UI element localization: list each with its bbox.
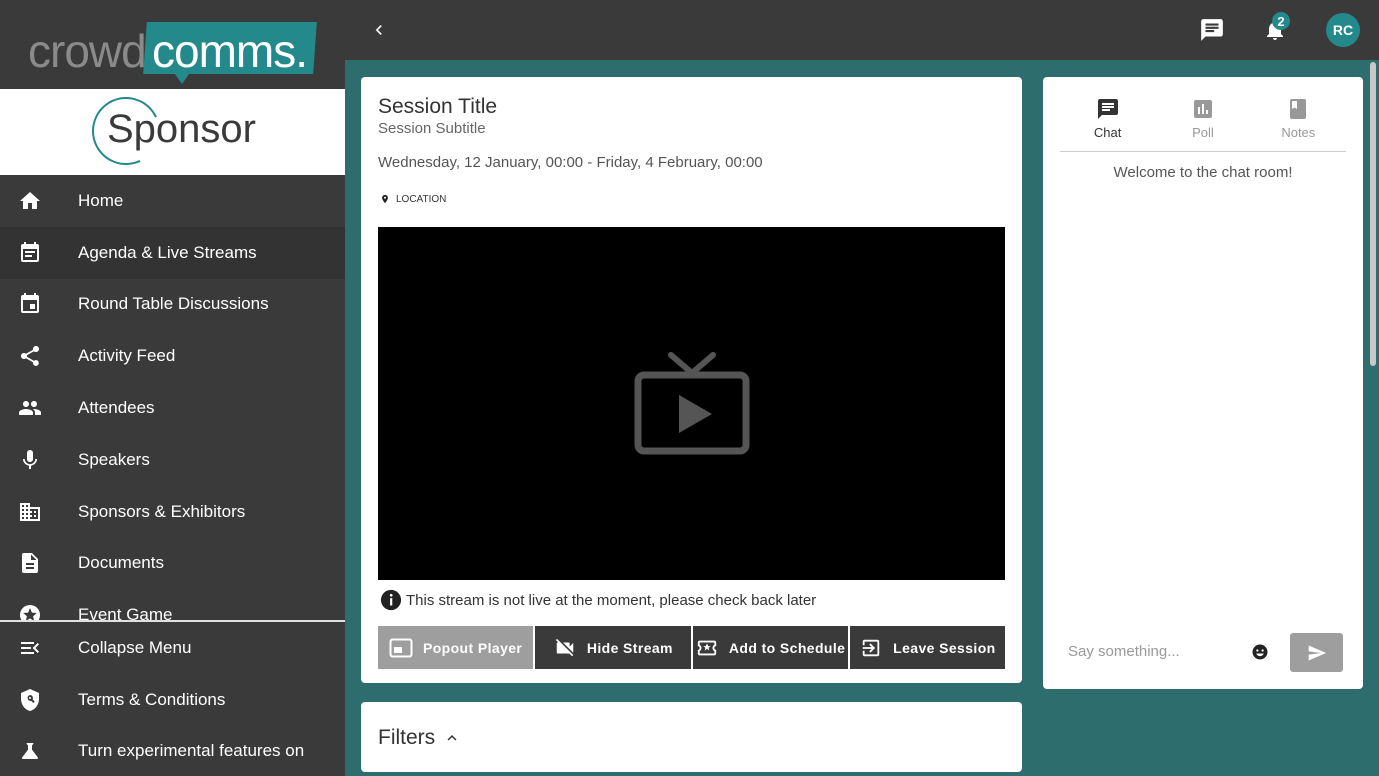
sidebar-item-label: Documents bbox=[78, 553, 164, 573]
sidebar-item-round-table[interactable]: Round Table Discussions bbox=[0, 279, 345, 331]
sidebar-item-label: Attendees bbox=[78, 398, 155, 418]
sidebar-item-activity-feed[interactable]: Activity Feed bbox=[0, 330, 345, 382]
sidebar-footer: Collapse Menu Terms & Conditions Turn ex… bbox=[0, 620, 345, 776]
tab-chat[interactable]: Chat bbox=[1060, 97, 1155, 151]
sidebar: crowd comms. Sponsor Home Agenda & Live … bbox=[0, 0, 345, 776]
sidebar-item-documents[interactable]: Documents bbox=[0, 538, 345, 590]
session-dates: Wednesday, 12 January, 00:00 - Friday, 4… bbox=[378, 154, 763, 171]
chevron-left-icon bbox=[375, 25, 382, 35]
ticket-icon bbox=[697, 640, 717, 655]
share-icon bbox=[0, 344, 78, 368]
add-to-schedule-label: Add to Schedule bbox=[728, 639, 846, 656]
sidebar-item-home[interactable]: Home bbox=[0, 175, 345, 227]
session-location: LOCATION bbox=[380, 193, 446, 205]
session-title: Session Title bbox=[378, 95, 498, 118]
add-to-schedule-button[interactable]: Add to Schedule bbox=[692, 626, 848, 669]
popout-player-label: Popout Player bbox=[422, 639, 523, 656]
emoji-icon bbox=[1252, 644, 1268, 660]
microphone-icon bbox=[0, 448, 78, 472]
session-card: Session Title Session Subtitle Wednesday… bbox=[361, 77, 1022, 683]
back-button[interactable] bbox=[367, 18, 391, 42]
sidebar-item-label: Agenda & Live Streams bbox=[78, 242, 257, 262]
sidebar-item-label: Round Table Discussions bbox=[78, 294, 269, 314]
poll-icon bbox=[1193, 100, 1212, 118]
location-pin-icon bbox=[382, 194, 388, 204]
hide-stream-label: Hide Stream bbox=[586, 639, 673, 656]
filters-card: Filters bbox=[361, 702, 1022, 772]
brand-crowd-text: crowd bbox=[28, 25, 147, 77]
video-off-icon bbox=[555, 638, 574, 656]
sidebar-item-experimental[interactable]: Turn experimental features on bbox=[0, 726, 345, 776]
leave-session-button[interactable]: Leave Session bbox=[849, 626, 1005, 669]
sidebar-item-agenda[interactable]: Agenda & Live Streams bbox=[0, 226, 345, 279]
session-subtitle: Session Subtitle bbox=[378, 120, 486, 137]
sidebar-item-label: Collapse Menu bbox=[78, 637, 192, 657]
tv-play-icon bbox=[634, 351, 749, 454]
people-icon bbox=[0, 396, 78, 420]
document-icon bbox=[0, 551, 78, 575]
notification-badge: 2 bbox=[1272, 12, 1290, 30]
calendar-icon bbox=[0, 292, 78, 316]
main-nav: Home Agenda & Live Streams Round Table D… bbox=[0, 175, 345, 620]
building-icon bbox=[0, 500, 78, 524]
chat-welcome-message: Welcome to the chat room! bbox=[1113, 164, 1293, 181]
hide-stream-button[interactable]: Hide Stream bbox=[535, 626, 691, 669]
avatar[interactable]: RC bbox=[1326, 13, 1360, 47]
tab-chat-label: Chat bbox=[1093, 125, 1122, 140]
popout-icon bbox=[389, 638, 413, 657]
info-icon bbox=[380, 589, 402, 611]
tab-notes[interactable]: Notes bbox=[1251, 97, 1346, 151]
sidebar-item-label: Turn experimental features on bbox=[78, 741, 305, 761]
sidebar-item-event-game[interactable]: Event Game bbox=[0, 589, 345, 620]
session-actions: Popout Player Hide Stream Add to Schedul… bbox=[378, 626, 1005, 669]
sponsor-text: Sponsor bbox=[107, 107, 256, 151]
tab-notes-label: Notes bbox=[1281, 125, 1316, 140]
chat-icon bbox=[1097, 99, 1118, 119]
messages-button[interactable] bbox=[1197, 15, 1227, 45]
top-bar: 2 RC bbox=[345, 0, 1379, 60]
chat-message-input[interactable] bbox=[1068, 643, 1248, 660]
exit-icon bbox=[862, 639, 880, 656]
sidebar-item-label: Event Game bbox=[78, 605, 173, 620]
shield-icon bbox=[0, 688, 78, 712]
sidebar-item-attendees[interactable]: Attendees bbox=[0, 382, 345, 434]
sidebar-item-collapse-menu[interactable]: Collapse Menu bbox=[0, 622, 345, 674]
sponsor-logo: Sponsor bbox=[0, 87, 345, 175]
notes-icon bbox=[1290, 99, 1307, 119]
tab-poll[interactable]: Poll bbox=[1155, 97, 1250, 151]
stream-notice: This stream is not live at the moment, p… bbox=[380, 589, 816, 611]
filters-label: Filters bbox=[378, 726, 436, 749]
sidebar-item-speakers[interactable]: Speakers bbox=[0, 434, 345, 486]
sidebar-item-label: Home bbox=[78, 190, 124, 210]
send-icon bbox=[1308, 645, 1326, 660]
send-button[interactable] bbox=[1290, 633, 1343, 672]
agenda-icon bbox=[0, 241, 78, 265]
sidebar-item-label: Activity Feed bbox=[78, 346, 176, 366]
tab-poll-label: Poll bbox=[1192, 125, 1214, 140]
stream-notice-text: This stream is not live at the moment, p… bbox=[406, 591, 817, 609]
sidebar-item-sponsors[interactable]: Sponsors & Exhibitors bbox=[0, 486, 345, 538]
collapse-icon bbox=[0, 636, 78, 660]
video-player[interactable] bbox=[378, 227, 1005, 580]
flask-icon bbox=[0, 739, 78, 763]
leave-session-label: Leave Session bbox=[893, 639, 996, 656]
sidebar-item-label: Terms & Conditions bbox=[78, 689, 226, 709]
sidebar-item-label: Sponsors & Exhibitors bbox=[78, 501, 246, 521]
chat-panel: Chat Poll Notes Welcome to the chat room… bbox=[1043, 77, 1363, 689]
page-scrollbar[interactable] bbox=[1370, 62, 1376, 366]
home-icon bbox=[0, 189, 78, 213]
emoji-button[interactable] bbox=[1251, 643, 1269, 661]
chat-tabs: Chat Poll Notes bbox=[1060, 97, 1346, 152]
filters-toggle[interactable]: Filters bbox=[378, 726, 461, 750]
star-icon bbox=[0, 603, 78, 620]
chevron-up-icon bbox=[447, 735, 457, 741]
popout-player-button[interactable]: Popout Player bbox=[378, 626, 534, 669]
brand-comms-text: comms. bbox=[152, 25, 308, 77]
location-label: LOCATION bbox=[396, 193, 447, 205]
sidebar-item-label: Speakers bbox=[78, 449, 150, 469]
sidebar-item-terms[interactable]: Terms & Conditions bbox=[0, 674, 345, 726]
brand-logo: crowd comms. bbox=[0, 0, 345, 89]
message-icon bbox=[1201, 19, 1223, 41]
